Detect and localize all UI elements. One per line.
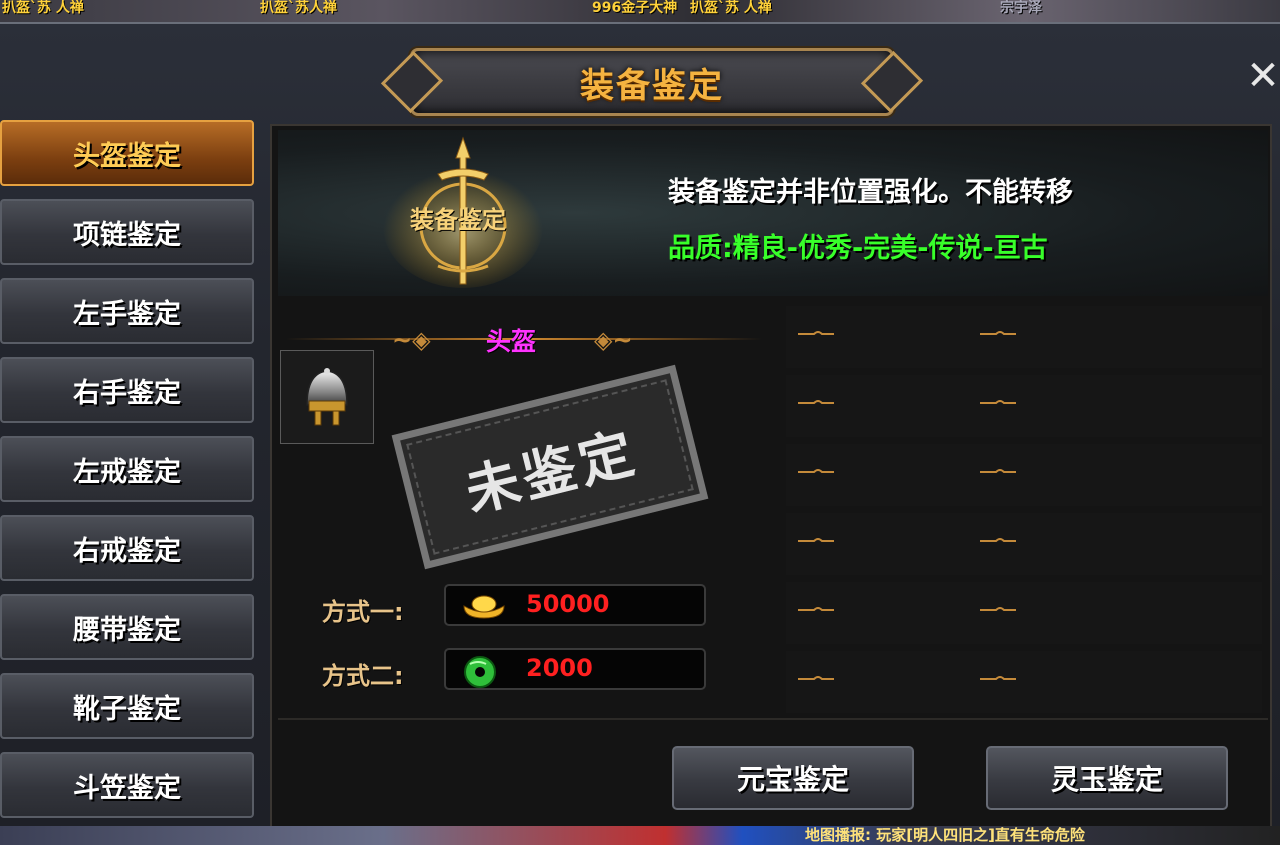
close-icon[interactable]: ✕ bbox=[1246, 54, 1280, 98]
map-broadcast: 地图播报: 玩家[明人四旧之]直有生命危险 bbox=[805, 826, 1085, 844]
cost-method-one: 50000 bbox=[444, 584, 706, 626]
empty-attr-icon bbox=[798, 676, 834, 680]
attribute-row bbox=[786, 375, 1262, 437]
sidebar-item-boots[interactable]: 靴子鉴定 bbox=[0, 673, 254, 739]
empty-attr-icon bbox=[798, 538, 834, 542]
equipment-slot-sidebar: 头盔鉴定 项链鉴定 左手鉴定 右手鉴定 左戒鉴定 右戒鉴定 腰带鉴定 靴子鉴定 … bbox=[0, 120, 262, 840]
player-name-tag: 宗宇泽 bbox=[1000, 0, 1042, 16]
empty-attr-icon bbox=[798, 331, 834, 335]
player-name-tag: 扒盔`苏 人禅 bbox=[690, 0, 772, 16]
helmet-icon bbox=[306, 368, 348, 426]
sidebar-item-right-ring[interactable]: 右戒鉴定 bbox=[0, 515, 254, 581]
attribute-row bbox=[786, 444, 1262, 506]
world-name-strip: 扒盔`苏 人禅 扒盔`苏人禅 996金子大神 扒盔`苏 人禅 宗宇泽 bbox=[0, 0, 1280, 24]
empty-attr-icon bbox=[980, 469, 1016, 473]
identify-window: 装备鉴定 ✕ 头盔鉴定 项链鉴定 左手鉴定 右手鉴定 左戒鉴定 右戒鉴定 腰带鉴… bbox=[0, 22, 1280, 830]
sidebar-item-helmet[interactable]: 头盔鉴定 bbox=[0, 120, 254, 186]
sidebar-item-left-ring[interactable]: 左戒鉴定 bbox=[0, 436, 254, 502]
window-title: 装备鉴定 bbox=[580, 65, 724, 106]
sidebar-item-left-hand[interactable]: 左手鉴定 bbox=[0, 278, 254, 344]
jade-icon bbox=[464, 656, 496, 688]
attribute-row bbox=[786, 651, 1262, 713]
cost-method-one-label: 方式一: bbox=[322, 598, 404, 626]
flourish-left-icon: ~◈ bbox=[392, 326, 431, 354]
quality-chain: 品质:精良-优秀-完美-传说-亘古 bbox=[668, 233, 1048, 264]
status-stamp: 未鉴定 bbox=[391, 364, 709, 570]
cost-value: 50000 bbox=[526, 590, 610, 618]
empty-attr-icon bbox=[980, 538, 1016, 542]
empty-attr-icon bbox=[980, 607, 1016, 611]
cost-method-two: 2000 bbox=[444, 648, 706, 690]
player-name-tag: 扒盔`苏人禅 bbox=[260, 0, 337, 16]
slot-name: 头盔 bbox=[486, 327, 537, 356]
attribute-row bbox=[786, 513, 1262, 575]
item-slot[interactable] bbox=[280, 350, 374, 444]
cost-value: 2000 bbox=[526, 654, 593, 682]
info-banner: 装备鉴定 装备鉴定并非位置强化。不能转移 品质:精良-优秀-完美-传说-亘古 bbox=[278, 130, 1268, 296]
cost-method-two-label: 方式二: bbox=[322, 662, 404, 690]
hud-bottom-strip: 地图播报: 玩家[明人四旧之]直有生命危险 bbox=[0, 826, 1280, 845]
attribute-row bbox=[786, 306, 1262, 368]
sidebar-item-belt[interactable]: 腰带鉴定 bbox=[0, 594, 254, 660]
sidebar-item-necklace[interactable]: 项链鉴定 bbox=[0, 199, 254, 265]
identify-description: 装备鉴定并非位置强化。不能转移 bbox=[668, 177, 1073, 208]
identify-content-panel: 装备鉴定 装备鉴定并非位置强化。不能转移 品质:精良-优秀-完美-传说-亘古 ~… bbox=[270, 124, 1272, 830]
jade-identify-button[interactable]: 灵玉鉴定 bbox=[986, 746, 1228, 810]
player-name-tag: 扒盔`苏 人禅 bbox=[2, 0, 84, 16]
sidebar-item-hat[interactable]: 斗笠鉴定 bbox=[0, 752, 254, 818]
gold-ingot-icon bbox=[463, 595, 505, 619]
empty-attr-icon bbox=[980, 331, 1016, 335]
attribute-row bbox=[786, 582, 1262, 644]
empty-attr-icon bbox=[798, 400, 834, 404]
empty-attr-icon bbox=[798, 469, 834, 473]
sidebar-item-right-hand[interactable]: 右手鉴定 bbox=[0, 357, 254, 423]
title-plate: 装备鉴定 bbox=[410, 48, 894, 116]
gold-identify-button[interactable]: 元宝鉴定 bbox=[672, 746, 914, 810]
empty-attr-icon bbox=[980, 400, 1016, 404]
footer-divider bbox=[278, 718, 1268, 720]
flourish-right-icon: ◈~ bbox=[594, 326, 633, 354]
empty-attr-icon bbox=[798, 607, 834, 611]
player-name-tag: 996金子大神 bbox=[592, 0, 678, 16]
empty-attr-icon bbox=[980, 676, 1016, 680]
emblem-label: 装备鉴定 bbox=[410, 206, 506, 234]
